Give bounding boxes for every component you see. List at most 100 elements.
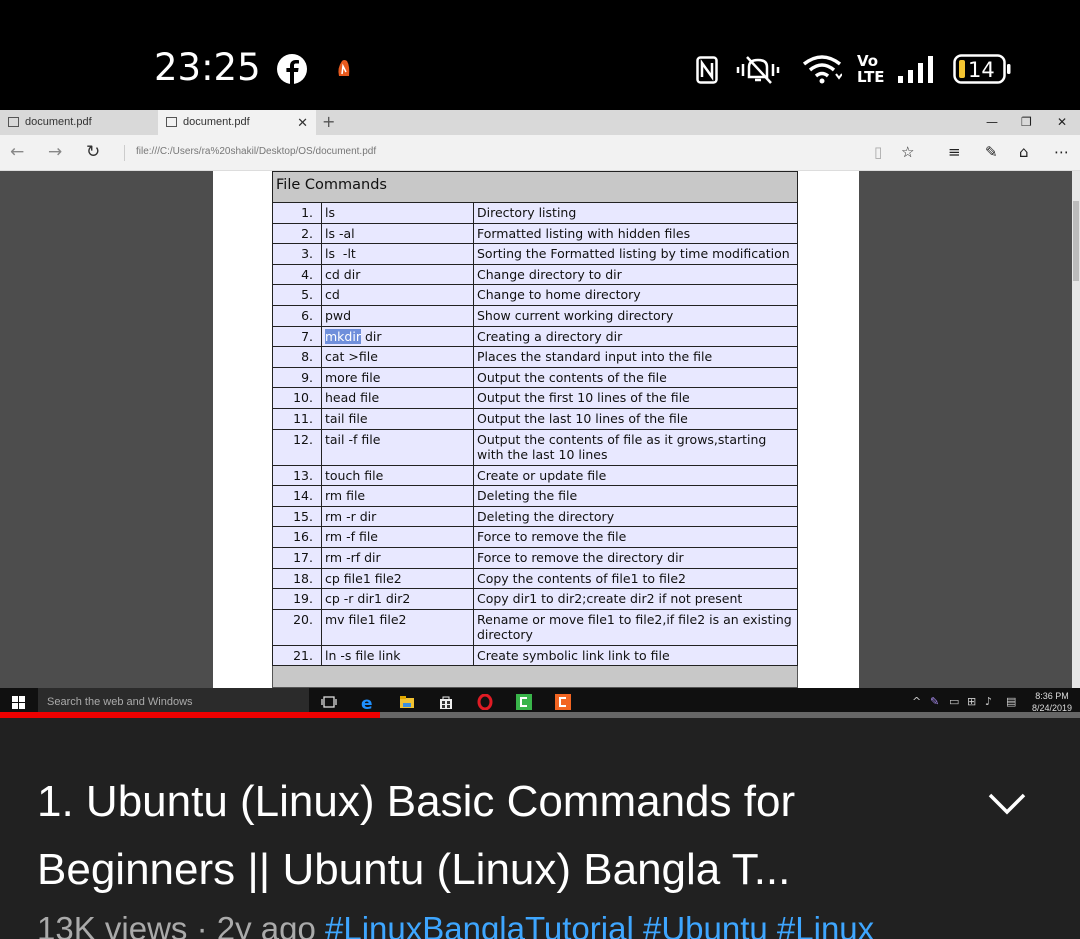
new-tab-button[interactable]: + — [322, 110, 335, 134]
refresh-icon[interactable]: ↻ — [86, 142, 100, 162]
table-row: 1. ls Directory listing — [272, 202, 798, 224]
command-cell: cd — [321, 284, 474, 306]
file-explorer-icon[interactable] — [399, 694, 415, 710]
pdf-scrollbar[interactable] — [1072, 171, 1080, 688]
page-icon — [8, 117, 19, 127]
command-cell: ls -lt — [321, 243, 474, 265]
row-number: 5. — [272, 284, 322, 306]
scrollbar-thumb[interactable] — [1073, 201, 1079, 281]
hashtag-link[interactable]: #Ubuntu — [643, 910, 768, 939]
minimize-icon[interactable]: — — [986, 110, 998, 135]
url-field[interactable]: file:///C:/Users/ra%20shakil/Desktop/OS/… — [136, 146, 376, 157]
pdf-viewer[interactable]: File Commands 1. ls Directory listing 2. ls… — [0, 171, 1080, 689]
table-row: 8. cat >file Places the standard input int… — [272, 346, 798, 368]
taskbar-clock[interactable]: 8:36 PM 8/24/2019 — [1032, 690, 1072, 714]
hashtag-link[interactable]: #LinuxBanglaTutorial — [325, 910, 634, 939]
task-view-icon[interactable] — [321, 694, 337, 710]
selected-text[interactable]: mkdir — [325, 328, 361, 344]
opera-icon[interactable] — [477, 694, 493, 710]
description-cell: Copy the contents of file1 to file2 — [473, 567, 798, 590]
recorder-icon[interactable] — [555, 694, 571, 710]
show-hidden-icons-icon[interactable]: ^ — [912, 695, 921, 708]
pdf-page: File Commands 1. ls Directory listing 2. ls… — [213, 171, 859, 689]
web-note-icon[interactable]: ✎ — [985, 143, 998, 161]
description-cell: Copy dir1 to dir2;create dir2 if not pre… — [473, 588, 798, 610]
back-icon[interactable]: ← — [10, 142, 24, 162]
table-row: 10. head file Output the first 10 lines of… — [272, 387, 798, 409]
description-cell: Deleting the file — [473, 485, 798, 507]
description-cell: Output the last 10 lines of the file — [473, 407, 798, 430]
share-icon[interactable]: ⌂ — [1019, 143, 1029, 161]
command-cell: mv file1 file2 — [321, 608, 474, 646]
battery-tray-icon[interactable]: ▭ — [949, 695, 959, 708]
description-cell: Force to remove the directory dir — [473, 546, 798, 569]
video-title[interactable]: 1. Ubuntu (Linux) Basic Commands for Beg… — [37, 768, 967, 904]
tab-document-2[interactable]: document.pdf ✕ — [158, 110, 316, 135]
pen-icon[interactable]: ✎ — [930, 695, 939, 708]
page-icon — [166, 117, 177, 127]
more-icon[interactable]: ⋯ — [1054, 143, 1069, 161]
description-cell: Places the standard input into the file — [473, 346, 798, 368]
store-icon[interactable] — [438, 694, 454, 710]
row-number: 19. — [272, 588, 322, 610]
forward-icon[interactable]: → — [48, 142, 62, 162]
hub-icon[interactable]: ≡ — [948, 143, 961, 161]
description-cell: Output the contents of file as it grows,… — [473, 428, 798, 466]
table-row: 15. rm -r dir Deleting the directory — [272, 505, 798, 528]
restore-icon[interactable]: ❐ — [1021, 110, 1032, 135]
row-number: 21. — [272, 644, 322, 667]
battery-level: 14 — [968, 58, 995, 82]
table-footer — [272, 665, 798, 689]
video-meta: 13K views · 2y ago #LinuxBanglaTutorial … — [37, 910, 874, 939]
command-cell: rm file — [321, 485, 474, 507]
command-cell: rm -r dir — [321, 505, 474, 528]
table-title: File Commands — [272, 171, 798, 203]
chevron-down-icon[interactable] — [987, 788, 1027, 818]
command-cell: tail -f file — [321, 428, 474, 466]
close-tab-icon[interactable]: ✕ — [297, 110, 308, 135]
row-number: 17. — [272, 546, 322, 569]
edge-browser-icon[interactable]: e — [360, 694, 376, 710]
table-row: 5. cd Change to home directory — [272, 284, 798, 306]
row-number: 13. — [272, 464, 322, 487]
windows-start-icon[interactable] — [12, 696, 25, 709]
row-number: 4. — [272, 263, 322, 286]
description-cell: Deleting the directory — [473, 505, 798, 528]
row-number: 2. — [272, 222, 322, 245]
description-cell: Creating a directory dir — [473, 325, 798, 348]
tab-label: document.pdf — [183, 116, 250, 128]
command-cell: mkdir dir — [321, 325, 474, 348]
row-number: 16. — [272, 526, 322, 548]
command-cell: cp -r dir1 dir2 — [321, 588, 474, 610]
video-player[interactable]: document.pdf document.pdf ✕ + — ❐ ✕ ← → … — [0, 110, 1080, 716]
table-row: 20. mv file1 file2 Rename or move file1 to… — [272, 608, 798, 646]
description-cell: Change directory to dir — [473, 263, 798, 286]
hashtag-link[interactable]: #Linux — [777, 910, 874, 939]
command-cell: rm -f file — [321, 526, 474, 548]
tab-document-1[interactable]: document.pdf — [0, 110, 158, 135]
row-number: 12. — [272, 428, 322, 466]
command-cell: rm -rf dir — [321, 546, 474, 569]
network-icon[interactable]: ⊞ — [967, 695, 976, 708]
reading-view-icon[interactable]: ▯ — [874, 143, 882, 161]
favorite-star-icon[interactable]: ☆ — [901, 143, 914, 161]
command-cell: pwd — [321, 304, 474, 327]
command-cell: ls — [321, 202, 474, 224]
action-center-icon[interactable]: ▤ — [1006, 695, 1016, 708]
row-number: 18. — [272, 567, 322, 590]
description-cell: Change to home directory — [473, 284, 798, 306]
camtasia-icon[interactable] — [516, 694, 532, 710]
description-cell: Output the contents of the file — [473, 366, 798, 389]
table-row: 14. rm file Deleting the file — [272, 485, 798, 507]
command-cell: touch file — [321, 464, 474, 487]
volte-icon: Vo LTE — [857, 52, 885, 86]
row-number: 8. — [272, 346, 322, 368]
close-window-icon[interactable]: ✕ — [1057, 110, 1067, 135]
commands-table: File Commands 1. ls Directory listing 2. ls… — [272, 171, 798, 689]
table-row: 3. ls -lt Sorting the Formatted listing by… — [272, 243, 798, 265]
table-row: 7. mkdir dir Creating a directory dir — [272, 325, 798, 348]
row-number: 7. — [272, 325, 322, 348]
table-row: 21. ln -s file link Create symbolic link l… — [272, 644, 798, 667]
volume-icon[interactable]: ♪ — [985, 695, 992, 708]
table-row: 6. pwd Show current working directory — [272, 304, 798, 327]
